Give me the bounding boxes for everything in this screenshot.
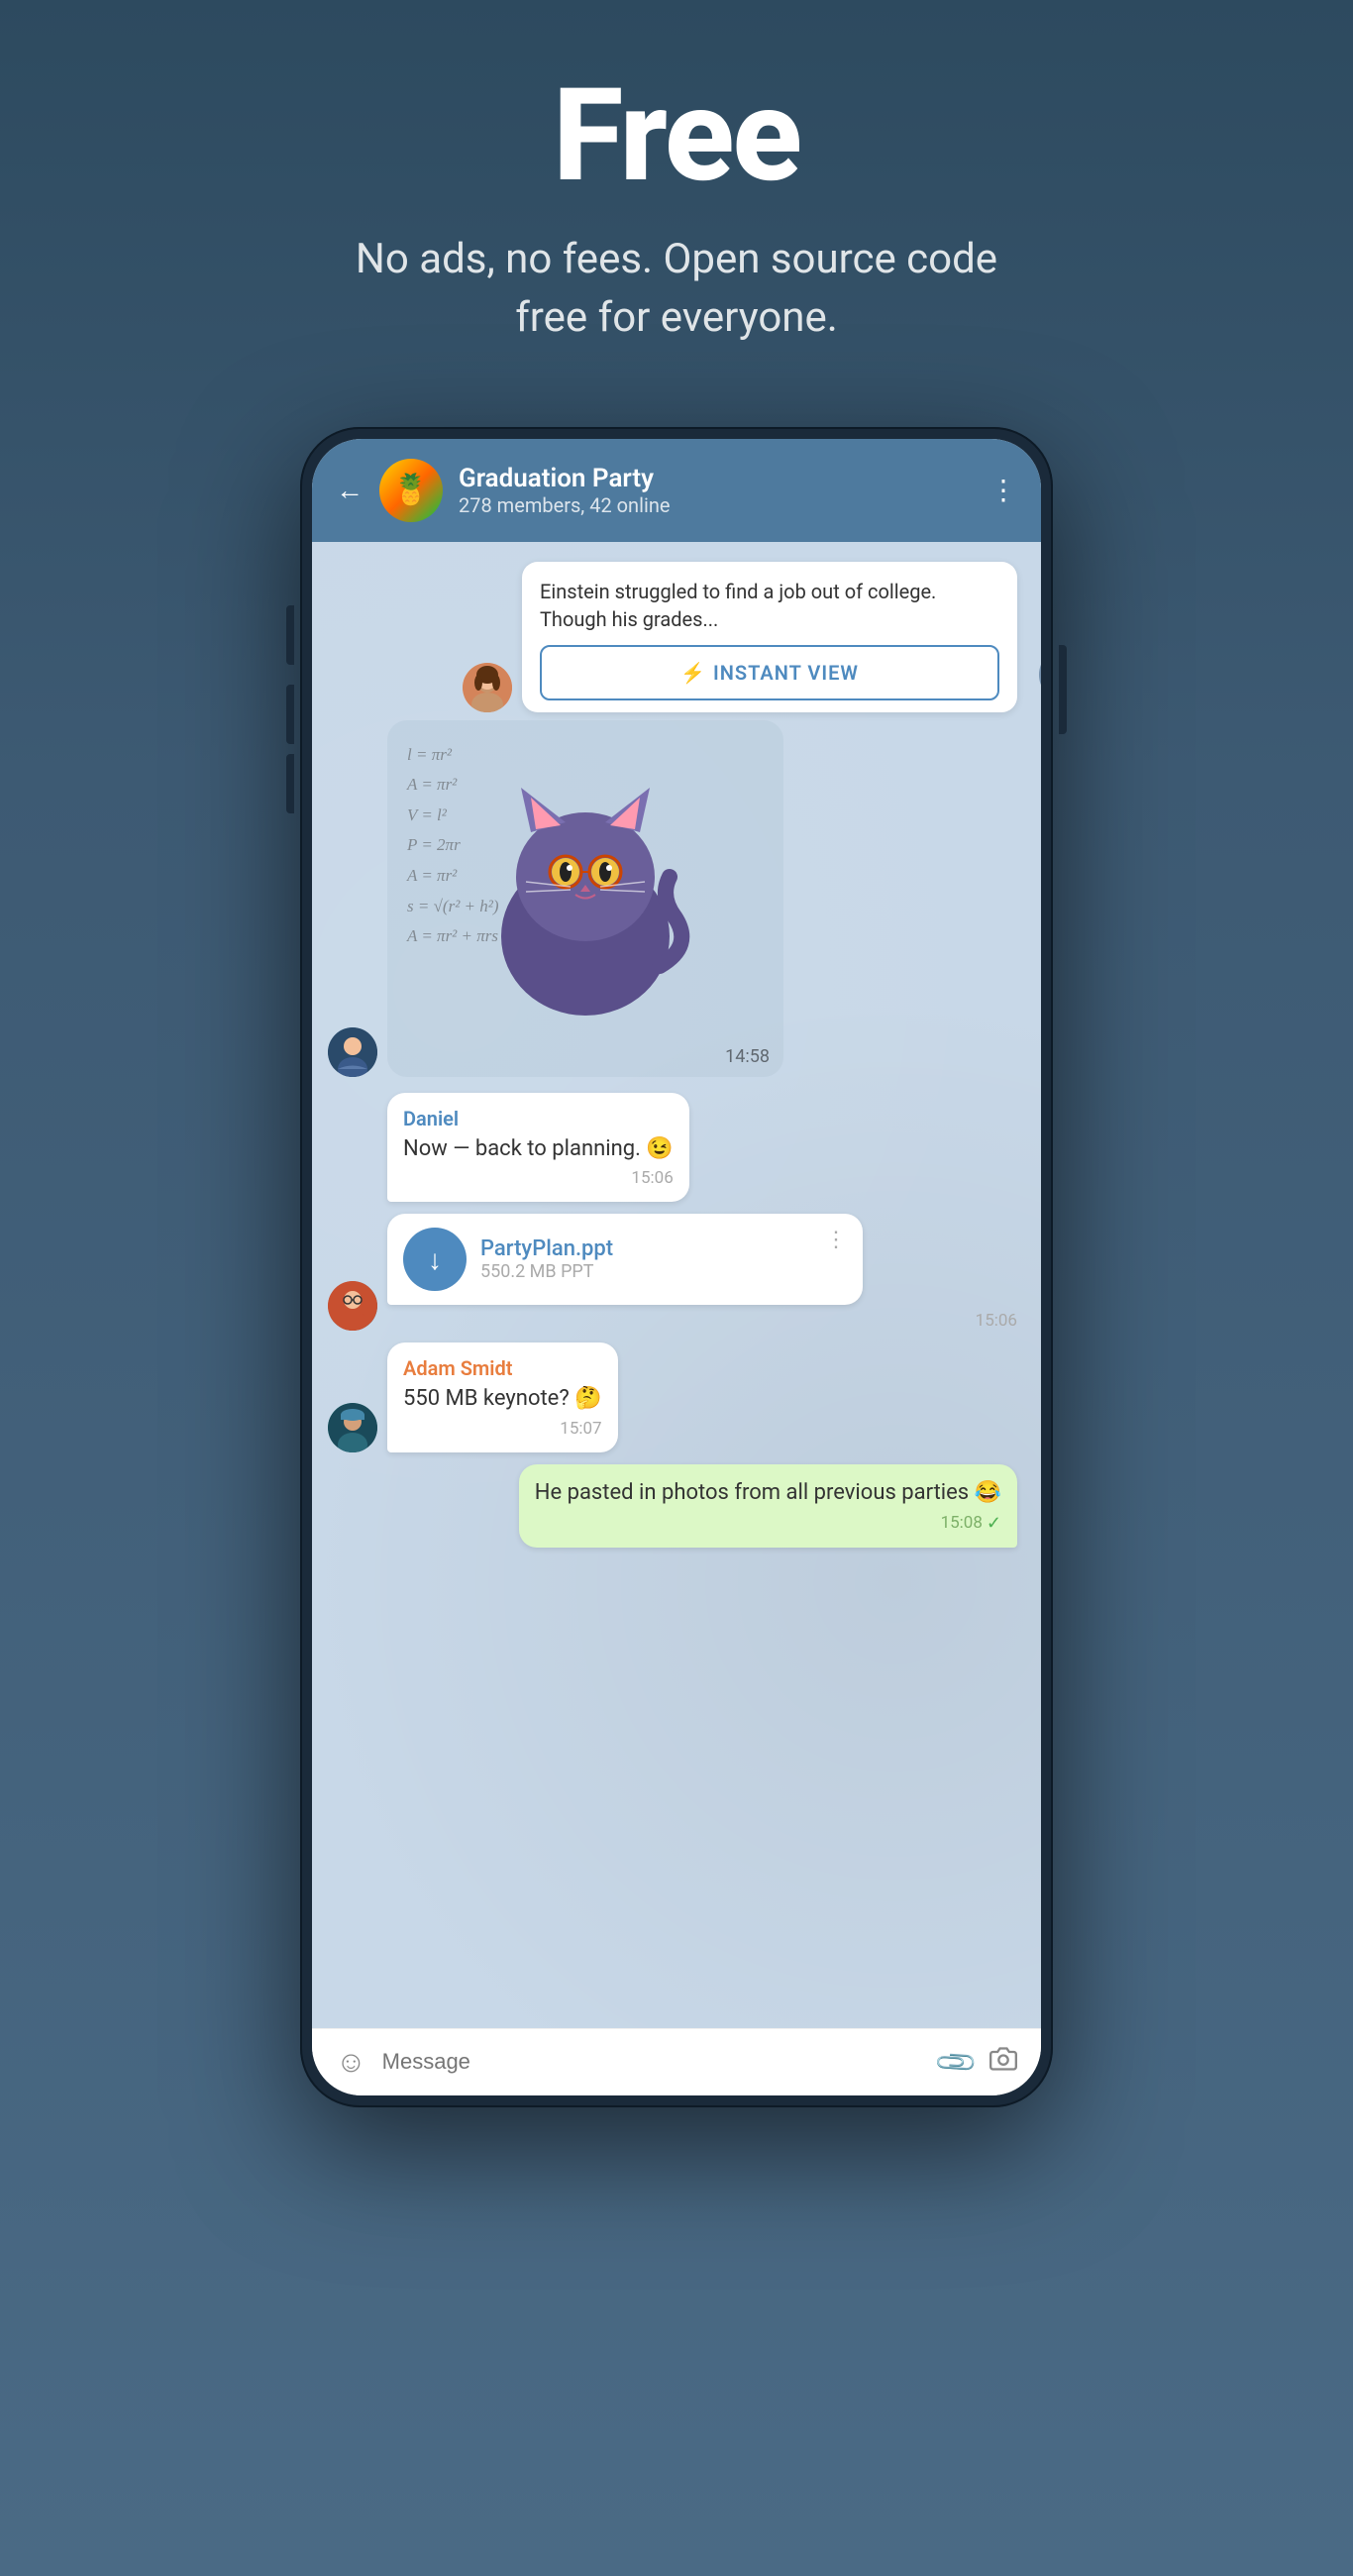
daniel-message-time: 15:06 [403,1168,674,1188]
download-button[interactable]: ↓ [403,1228,467,1291]
file-name: PartyPlan.ppt [480,1236,811,1261]
adam-message-time: 15:07 [403,1419,602,1439]
sender-avatar-guy2 [328,1281,377,1331]
group-avatar: 🍍 [379,459,443,522]
camera-button[interactable] [989,2045,1017,2080]
header-menu-button[interactable]: ⋮ [989,474,1017,506]
share-button[interactable] [1039,647,1041,702]
group-members: 278 members, 42 online [459,493,974,517]
adam-message: Adam Smidt 550 MB keynote? 🤔 15:07 [387,1342,618,1452]
chat-body: Einstein struggled to find a job out of … [312,542,1041,2028]
phone-frame: ← 🍍 Graduation Party 278 members, 42 onl… [300,427,1053,2107]
article-message-row: Einstein struggled to find a job out of … [328,562,1025,712]
daniel-message: Daniel Now — back to planning. 😉 15:06 [387,1093,689,1203]
checkmark-icon: ✓ [987,1513,1001,1534]
input-bar: ☺ 📎 [312,2028,1041,2095]
lightning-icon: ⚡ [680,661,705,685]
group-name: Graduation Party [459,464,974,493]
article-preview-text: Einstein struggled to find a job out of … [540,578,999,633]
hero-subtitle: No ads, no fees. Open source code free f… [330,231,1023,348]
file-message-row: ↓ PartyPlan.ppt 550.2 MB PPT ⋮ 15:06 [328,1214,1025,1331]
sticker-background: l = πr² A = πr² V = l² P = 2πr A = πr² s… [387,720,783,1077]
message-input[interactable] [382,2049,923,2075]
sticker-message-row: l = πr² A = πr² V = l² P = 2πr A = πr² s… [328,720,1025,1077]
download-arrow-icon: ↓ [428,1243,442,1276]
sticker-time: 14:58 [725,1046,770,1067]
self-message: He pasted in photos from all previous pa… [519,1464,1017,1548]
file-info: PartyPlan.ppt 550.2 MB PPT [480,1236,811,1282]
instant-view-button[interactable]: ⚡ INSTANT VIEW [540,645,999,700]
group-avatar-image: 🍍 [379,459,443,522]
file-message: ↓ PartyPlan.ppt 550.2 MB PPT ⋮ [387,1214,863,1305]
emoji-button[interactable]: ☺ [336,2045,366,2080]
instant-view-label: INSTANT VIEW [713,661,859,685]
daniel-message-row: Daniel Now — back to planning. 😉 15:06 [328,1093,1025,1203]
header-info: Graduation Party 278 members, 42 online [459,464,974,517]
sender-avatar-guy3 [328,1403,377,1452]
cat-sticker [476,768,694,1029]
self-message-time: 15:08 ✓ [535,1513,1001,1534]
attach-button[interactable]: 📎 [933,2038,981,2086]
chat-header: ← 🍍 Graduation Party 278 members, 42 onl… [312,439,1041,542]
daniel-sender-name: Daniel [403,1107,674,1130]
self-message-text: He pasted in photos from all previous pa… [535,1478,1001,1509]
sender-avatar-guy1 [328,1027,377,1077]
adam-sender-name: Adam Smidt [403,1356,602,1380]
article-content: Einstein struggled to find a job out of … [522,562,1017,712]
back-button[interactable]: ← [336,474,364,506]
hero-title: Free [553,59,800,211]
file-size: 550.2 MB PPT [480,1261,811,1282]
phone-inner: ← 🍍 Graduation Party 278 members, 42 onl… [312,439,1041,2095]
daniel-message-text: Now — back to planning. 😉 [403,1134,674,1165]
page-container: Free No ads, no fees. Open source code f… [0,0,1353,2576]
file-time: 15:06 [387,1311,1025,1331]
file-menu-button[interactable]: ⋮ [825,1228,847,1252]
adam-message-text: 550 MB keynote? 🤔 [403,1384,602,1415]
sender-avatar-girl [463,663,512,712]
adam-message-row: Adam Smidt 550 MB keynote? 🤔 15:07 [328,1342,1025,1452]
sticker-area: l = πr² A = πr² V = l² P = 2πr A = πr² s… [387,720,783,1077]
article-message: Einstein struggled to find a job out of … [522,562,1017,712]
